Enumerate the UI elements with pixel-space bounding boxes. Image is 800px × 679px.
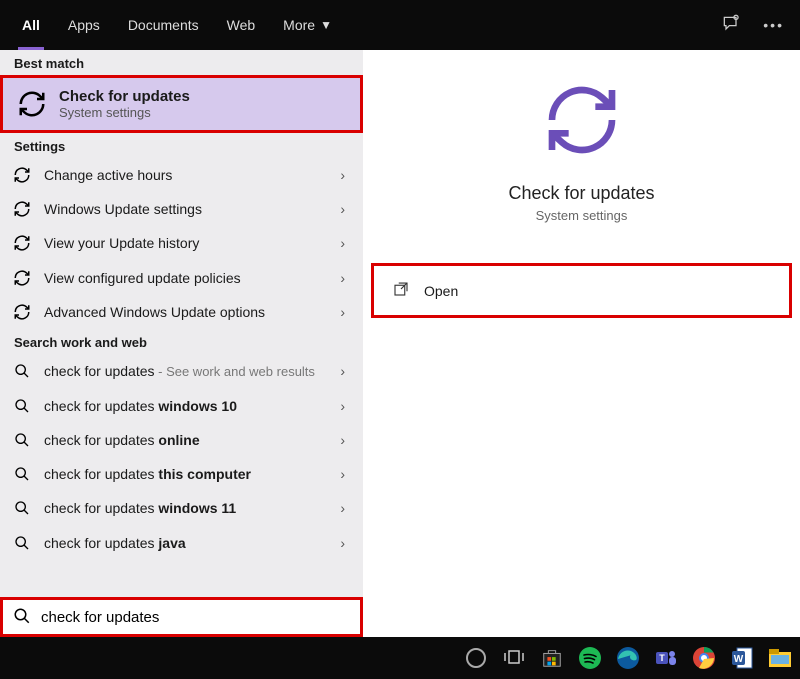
tab-documents[interactable]: Documents: [114, 0, 213, 50]
search-suggestion[interactable]: check for updates this computer ›: [0, 457, 363, 491]
settings-item-label: Change active hours: [44, 166, 322, 184]
tab-more[interactable]: More▼: [269, 0, 346, 50]
search-suggestion-label: check for updates online: [44, 431, 322, 449]
search-icon: [13, 607, 31, 628]
settings-item[interactable]: View your Update history ›: [0, 226, 363, 260]
search-suggestion-label: check for updates windows 11: [44, 499, 322, 517]
chevron-right-icon: ›: [334, 398, 351, 414]
task-view-icon[interactable]: [500, 644, 528, 672]
chevron-right-icon: ›: [334, 432, 351, 448]
open-icon: [392, 280, 410, 301]
settings-item-label: View configured update policies: [44, 269, 322, 287]
cortana-icon[interactable]: [462, 644, 490, 672]
preview-title: Check for updates: [508, 183, 654, 204]
tab-all[interactable]: All: [8, 0, 54, 50]
chevron-right-icon: ›: [334, 235, 351, 251]
store-icon[interactable]: [538, 644, 566, 672]
chrome-icon[interactable]: [690, 644, 718, 672]
section-header-search: Search work and web: [0, 329, 363, 354]
chevron-right-icon: ›: [334, 304, 351, 320]
spotify-icon[interactable]: [576, 644, 604, 672]
refresh-icon: [12, 166, 32, 184]
settings-item[interactable]: View configured update policies ›: [0, 261, 363, 295]
settings-item[interactable]: Change active hours ›: [0, 158, 363, 192]
chevron-right-icon: ›: [334, 466, 351, 482]
chevron-right-icon: ›: [334, 535, 351, 551]
word-icon[interactable]: W: [728, 644, 756, 672]
section-header-settings: Settings: [0, 133, 363, 158]
chevron-right-icon: ›: [334, 201, 351, 217]
search-suggestion[interactable]: check for updates windows 10 ›: [0, 389, 363, 423]
chevron-right-icon: ›: [334, 363, 351, 379]
settings-item[interactable]: Advanced Windows Update options ›: [0, 295, 363, 329]
top-tab-bar: All Apps Documents Web More▼ •••: [0, 0, 800, 50]
search-suggestion-label: check for updates java: [44, 534, 322, 552]
search-suggestion-label: check for updates this computer: [44, 465, 322, 483]
search-icon: [12, 500, 32, 516]
chevron-down-icon: ▼: [320, 18, 332, 32]
teams-icon[interactable]: T: [652, 644, 680, 672]
chevron-right-icon: ›: [334, 270, 351, 286]
refresh-icon: [12, 269, 32, 287]
refresh-icon: [17, 89, 47, 119]
chevron-right-icon: ›: [334, 167, 351, 183]
best-match-title: Check for updates: [59, 88, 190, 105]
taskbar: T W: [0, 637, 800, 679]
search-icon: [12, 398, 32, 414]
refresh-icon: [12, 200, 32, 218]
ellipsis-icon[interactable]: •••: [763, 17, 784, 33]
edge-icon[interactable]: [614, 644, 642, 672]
feedback-icon[interactable]: [721, 14, 741, 37]
preview-subtitle: System settings: [536, 208, 628, 223]
results-panel: Best match Check for updates System sett…: [0, 50, 363, 637]
search-suggestion-label: check for updates windows 10: [44, 397, 322, 415]
svg-text:T: T: [659, 653, 665, 663]
tab-apps[interactable]: Apps: [54, 0, 114, 50]
search-suggestion-label: check for updates - See work and web res…: [44, 362, 322, 381]
refresh-icon: [12, 303, 32, 321]
search-suggestion[interactable]: check for updates - See work and web res…: [0, 354, 363, 389]
search-suggestion[interactable]: check for updates online ›: [0, 423, 363, 457]
open-label: Open: [424, 283, 458, 299]
search-suggestion[interactable]: check for updates windows 11 ›: [0, 491, 363, 525]
refresh-icon-large: [542, 80, 622, 163]
open-button[interactable]: Open: [371, 263, 792, 318]
best-match-result[interactable]: Check for updates System settings: [0, 75, 363, 133]
section-header-best-match: Best match: [0, 50, 363, 75]
search-icon: [12, 466, 32, 482]
search-icon: [12, 535, 32, 551]
settings-item-label: Advanced Windows Update options: [44, 303, 322, 321]
search-input[interactable]: [41, 609, 350, 626]
chevron-right-icon: ›: [334, 500, 351, 516]
refresh-icon: [12, 234, 32, 252]
svg-text:W: W: [734, 654, 744, 665]
settings-item-label: View your Update history: [44, 234, 322, 252]
search-suggestion[interactable]: check for updates java ›: [0, 526, 363, 560]
explorer-icon[interactable]: [766, 644, 794, 672]
search-icon: [12, 432, 32, 448]
tab-web[interactable]: Web: [213, 0, 270, 50]
settings-item-label: Windows Update settings: [44, 200, 322, 218]
preview-panel: Check for updates System settings Open: [363, 50, 800, 637]
search-box[interactable]: [0, 597, 363, 637]
settings-item[interactable]: Windows Update settings ›: [0, 192, 363, 226]
best-match-subtitle: System settings: [59, 105, 190, 120]
search-icon: [12, 363, 32, 379]
